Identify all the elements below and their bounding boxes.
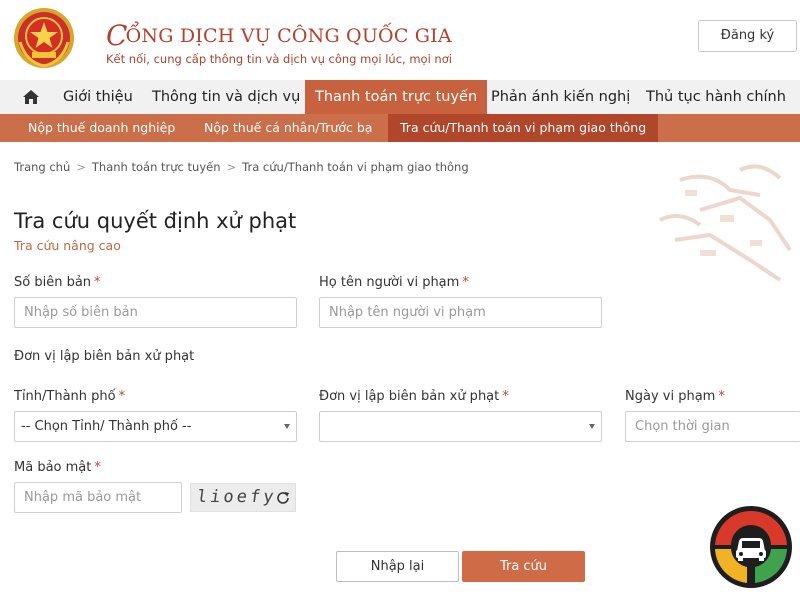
captcha-code: lioefy — [195, 487, 278, 507]
subnav-item-tra-cuu-vi-pham[interactable]: Tra cứu/Thanh toán vi phạm giao thông — [388, 114, 659, 142]
site-header: CỔNG DỊCH VỤ CÔNG QUỐC GIA Kết nối, cung… — [0, 0, 800, 80]
site-subtitle: Kết nối, cung cấp thông tin và dịch vụ c… — [106, 52, 452, 66]
subnav-item-nop-thue-ca-nhan[interactable]: Nộp thuế cá nhân/Trước bạ — [204, 114, 372, 142]
decorative-drum-pattern — [659, 164, 792, 282]
required-marker: * — [118, 389, 126, 404]
record-no-label-text: Số biên bản — [14, 275, 92, 290]
breadcrumb-thanh-toan[interactable]: Thanh toán trực tuyến — [92, 160, 221, 174]
captcha-input[interactable]: Nhập mã bảo mật — [14, 482, 182, 513]
national-emblem-icon[interactable] — [12, 6, 76, 70]
required-marker: * — [718, 389, 725, 404]
register-button[interactable]: Đăng ký — [698, 20, 797, 52]
required-marker: * — [94, 275, 101, 290]
site-title-text: ỔNG DỊCH VỤ CÔNG QUỐC GIA — [125, 25, 452, 47]
chevron-down-icon — [284, 424, 290, 429]
nav-item-gioi-thieu[interactable]: Giới thiệu — [63, 80, 133, 114]
breadcrumb: Trang chủ > Thanh toán trực tuyến > Tra cứu/… — [14, 160, 469, 174]
captcha-label-text: Mã bảo mật — [14, 460, 92, 475]
province-label: Tỉnh/Thành phố * — [14, 389, 125, 404]
breadcrumb-separator: > — [76, 160, 86, 174]
main-nav: Giới thiệu Thông tin và dịch vụ Thanh to… — [0, 80, 800, 114]
required-marker: * — [94, 460, 101, 475]
breadcrumb-separator: > — [226, 160, 237, 174]
subnav-item-nop-thue-doanh-nghiep[interactable]: Nộp thuế doanh nghiệp — [28, 114, 175, 142]
captcha-box: lioefy — [190, 483, 296, 512]
unit-select[interactable] — [319, 411, 602, 442]
home-icon[interactable] — [22, 88, 40, 106]
advanced-search-link[interactable]: Tra cứu nâng cao — [14, 238, 121, 253]
site-title[interactable]: CỔNG DỊCH VỤ CÔNG QUỐC GIA — [106, 16, 452, 52]
province-select[interactable]: -- Chọn Tỉnh/ Thành phố -- — [14, 411, 297, 442]
violation-date-label: Ngày vi phạm * — [625, 389, 725, 404]
site-title-initial: C — [106, 19, 128, 52]
reset-button[interactable]: Nhập lại — [336, 551, 459, 582]
violator-name-input[interactable]: Nhập tên người vi phạm — [319, 297, 602, 328]
province-selected-value: -- Chọn Tỉnh/ Thành phố -- — [21, 419, 192, 434]
record-no-input[interactable]: Nhập số biên bản — [14, 297, 297, 328]
unit-section-heading: Đơn vị lập biên bản xử phạt — [14, 349, 195, 364]
refresh-icon[interactable] — [275, 490, 291, 506]
record-no-label: Số biên bản * — [14, 275, 101, 290]
province-label-text: Tỉnh/Thành phố — [14, 389, 116, 404]
nav-item-thong-tin-dich-vu[interactable]: Thông tin và dịch vụ — [152, 80, 300, 114]
required-marker: * — [462, 275, 469, 290]
nav-item-thanh-toan-truc-tuyen[interactable]: Thanh toán trực tuyến — [305, 80, 488, 114]
nav-item-phan-anh-kien-nghi[interactable]: Phản ánh kiến nghị — [491, 80, 630, 114]
search-button[interactable]: Tra cứu — [462, 551, 585, 582]
unit-label-text: Đơn vị lập biên bản xử phạt — [319, 389, 500, 404]
car-logo-icon — [710, 506, 792, 588]
required-marker: * — [502, 389, 509, 404]
violation-date-input[interactable]: Chọn thời gian — [625, 411, 800, 442]
violator-name-label: Họ tên người vi phạm * — [319, 275, 469, 290]
nav-item-thu-tuc-hanh-chinh[interactable]: Thủ tục hành chính — [646, 80, 786, 114]
violation-date-label-text: Ngày vi phạm — [625, 389, 716, 404]
violator-name-label-text: Họ tên người vi phạm — [319, 275, 460, 290]
breadcrumb-home[interactable]: Trang chủ — [14, 160, 70, 174]
unit-label: Đơn vị lập biên bản xử phạt * — [319, 389, 509, 404]
captcha-label: Mã bảo mật * — [14, 460, 101, 475]
page-title: Tra cứu quyết định xử phạt — [14, 209, 297, 233]
chevron-down-icon — [589, 424, 595, 429]
breadcrumb-current: Tra cứu/Thanh toán vi phạm giao thông — [242, 160, 469, 174]
sub-nav: Nộp thuế doanh nghiệp Nộp thuế cá nhân/T… — [0, 114, 800, 142]
